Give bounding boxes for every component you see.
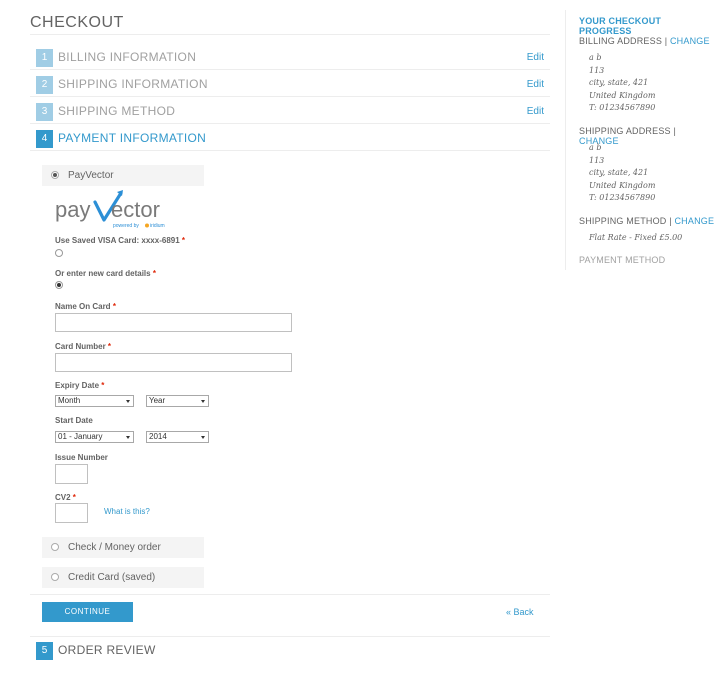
logo-iridium-icon xyxy=(145,223,149,228)
payment-method-payvector[interactable]: PayVector xyxy=(42,165,204,186)
credit-card-radio[interactable] xyxy=(51,573,59,581)
expiry-month-select[interactable]: Month xyxy=(55,395,134,407)
saved-card-label: Use Saved VISA Card: xxxx-6891 * xyxy=(55,236,186,245)
logo-tagline: powered by xyxy=(113,223,139,229)
step-number: 5 xyxy=(36,642,53,660)
logo-text-vector: ector xyxy=(111,197,160,222)
step-shipping-method[interactable]: 3 SHIPPING METHOD Edit xyxy=(30,98,550,124)
step-payment: 4 PAYMENT INFORMATION xyxy=(30,125,550,151)
step-label[interactable]: BILLING INFORMATION xyxy=(58,50,196,64)
expiry-year-select[interactable]: Year xyxy=(146,395,209,407)
new-card-label: Or enter new card details * xyxy=(55,269,156,278)
chevron-down-icon xyxy=(126,400,130,403)
payment-method-credit-card[interactable]: Credit Card (saved) xyxy=(42,567,204,588)
chevron-down-icon xyxy=(201,400,205,403)
page-title: CHECKOUT xyxy=(30,14,124,31)
logo-brand: iridium xyxy=(150,223,165,229)
start-month-select[interactable]: 01 - January xyxy=(55,431,134,443)
shipping-method-heading: SHIPPING METHOD | CHANGE xyxy=(579,216,715,226)
billing-address: a b 113 city, state, 421 United Kingdom … xyxy=(589,53,656,112)
check-money-order-radio[interactable] xyxy=(51,543,59,551)
cv2-input[interactable] xyxy=(55,503,88,523)
start-year-select[interactable]: 2014 xyxy=(146,431,209,443)
change-billing-link[interactable]: CHANGE xyxy=(670,36,710,46)
step-label[interactable]: SHIPPING INFORMATION xyxy=(58,77,208,91)
payvector-radio[interactable] xyxy=(51,171,59,179)
issue-number-input[interactable] xyxy=(55,464,88,484)
step-number: 4 xyxy=(36,130,53,148)
payment-method-label: Credit Card (saved) xyxy=(68,572,156,583)
step-number: 3 xyxy=(36,103,53,121)
step-shipping[interactable]: 2 SHIPPING INFORMATION Edit xyxy=(30,71,550,97)
cv2-label: CV2 * xyxy=(55,493,76,502)
checkout-progress-sidebar: YOUR CHECKOUT PROGRESS BILLING ADDRESS |… xyxy=(565,10,715,270)
step-order-review: 5 ORDER REVIEW xyxy=(30,637,550,663)
payment-method-check[interactable]: Check / Money order xyxy=(42,537,204,558)
continue-button[interactable]: CONTINUE xyxy=(42,602,133,622)
card-number-input[interactable] xyxy=(55,353,292,372)
expiry-date-label: Expiry Date * xyxy=(55,381,105,390)
shipping-address: a b 113 city, state, 421 United Kingdom … xyxy=(589,143,656,202)
step-number: 1 xyxy=(36,49,53,67)
logo-text-pay: pay xyxy=(55,197,90,222)
title-divider xyxy=(30,34,550,35)
payvector-logo: pay ector powered by iridium xyxy=(55,190,165,229)
change-shipping-method-link[interactable]: CHANGE xyxy=(674,216,714,226)
name-on-card-input[interactable] xyxy=(55,313,292,332)
step-label[interactable]: SHIPPING METHOD xyxy=(58,104,175,118)
step-billing[interactable]: 1 BILLING INFORMATION Edit xyxy=(30,44,550,70)
back-link[interactable]: « Back xyxy=(506,607,534,617)
chevron-down-icon xyxy=(126,436,130,439)
issue-number-label: Issue Number xyxy=(55,453,108,462)
what-is-this-link[interactable]: What is this? xyxy=(104,507,150,516)
billing-address-heading: BILLING ADDRESS | CHANGE xyxy=(579,36,710,46)
start-date-label: Start Date xyxy=(55,416,93,425)
name-on-card-label: Name On Card * xyxy=(55,302,116,311)
new-card-radio[interactable] xyxy=(55,281,63,289)
saved-card-radio[interactable] xyxy=(55,249,63,257)
payment-method-label: Check / Money order xyxy=(68,542,161,553)
edit-shipping-link[interactable]: Edit xyxy=(527,79,544,90)
edit-billing-link[interactable]: Edit xyxy=(527,52,544,63)
step-number: 2 xyxy=(36,76,53,94)
step-label: PAYMENT INFORMATION xyxy=(58,131,207,145)
payment-method-heading: PAYMENT METHOD xyxy=(579,255,666,265)
shipping-method-value: Flat Rate - Fixed £5.00 xyxy=(589,233,683,242)
actions-divider xyxy=(30,594,550,595)
card-number-label: Card Number * xyxy=(55,342,112,351)
chevron-down-icon xyxy=(201,436,205,439)
sidebar-title: YOUR CHECKOUT PROGRESS xyxy=(579,16,662,36)
step-label: ORDER REVIEW xyxy=(58,643,156,657)
payment-method-label: PayVector xyxy=(68,170,114,181)
edit-shipping-method-link[interactable]: Edit xyxy=(527,106,544,117)
